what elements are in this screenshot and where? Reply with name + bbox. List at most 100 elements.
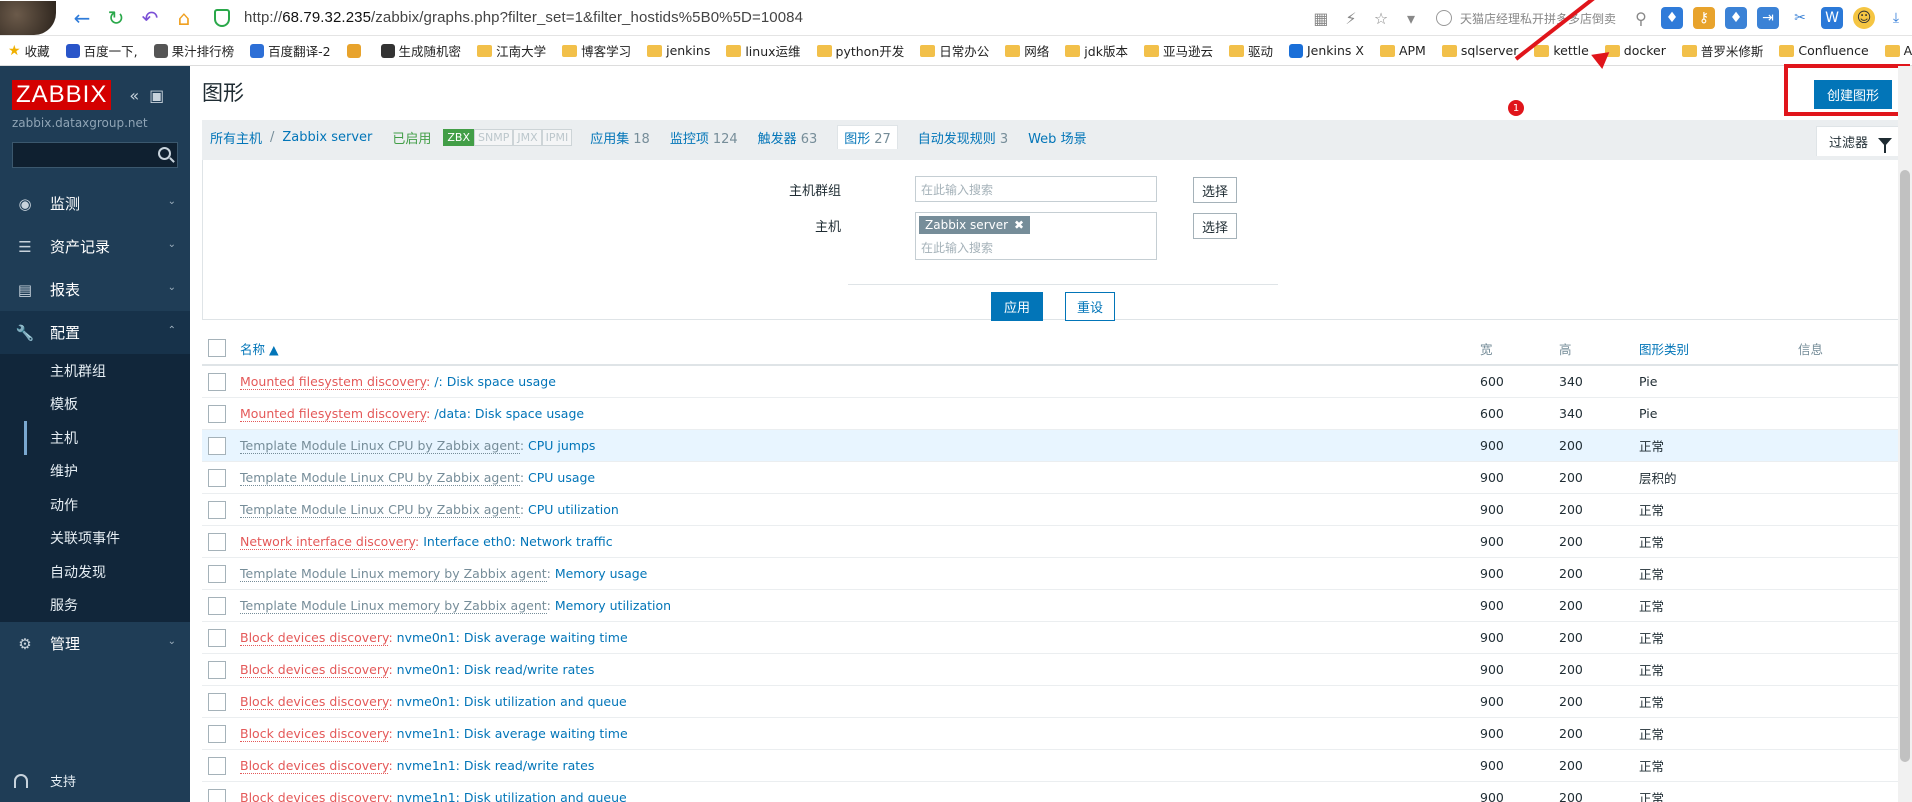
scissors-icon[interactable]: ✂	[1789, 7, 1811, 29]
graph-source-link[interactable]: Block devices discovery	[240, 790, 389, 802]
bookmark-item[interactable]: Jenkins X	[1288, 43, 1364, 58]
graph-name-link[interactable]: Memory usage	[555, 566, 648, 581]
remove-chip-icon[interactable]: ✖	[1014, 218, 1024, 232]
lightning-icon[interactable]: ⚡	[1340, 7, 1362, 29]
host-group-select-button[interactable]: 选择	[1193, 177, 1238, 203]
row-checkbox[interactable]	[208, 788, 226, 802]
host-chip[interactable]: Zabbix server ✖	[919, 216, 1031, 234]
bookmark-folder[interactable]: 博客学习	[562, 41, 631, 60]
menu-inventory[interactable]: ☰ 资产记录 ⌄	[0, 225, 190, 268]
tab-web-scenarios[interactable]: Web 场景	[1028, 128, 1086, 147]
graph-source-link[interactable]: Block devices discovery	[240, 630, 389, 646]
graph-name-link[interactable]: CPU utilization	[528, 502, 619, 517]
submenu-host-groups[interactable]: 主机群组	[0, 354, 190, 388]
chevron-down-icon[interactable]: ▾	[1400, 7, 1422, 29]
bookmark-folder[interactable]: 江南大学	[477, 41, 546, 60]
grid-icon[interactable]: ▦	[1310, 7, 1332, 29]
bookmark-item[interactable]	[346, 43, 365, 58]
bookmark-folder[interactable]: 普罗米修斯	[1681, 41, 1763, 60]
star-icon[interactable]: ☆	[1370, 7, 1392, 29]
row-checkbox[interactable]	[208, 404, 226, 423]
bookmark-folder[interactable]: 驱动	[1228, 41, 1273, 60]
row-checkbox[interactable]	[208, 532, 226, 551]
bookmark-folder[interactable]: Confluence	[1779, 43, 1869, 58]
graph-name-link[interactable]: nvme0n1: Disk read/write rates	[397, 662, 595, 677]
bookmark-item[interactable]: 百度翻译-2	[250, 41, 331, 60]
bookmark-favorites[interactable]: ★ 收藏	[8, 41, 50, 60]
row-checkbox[interactable]	[208, 372, 226, 391]
host-search-input[interactable]: 在此输入搜索	[921, 239, 1151, 256]
graph-source-link[interactable]: Template Module Linux CPU by Zabbix agen…	[240, 470, 520, 486]
bookmark-folder[interactable]: 亚马逊云	[1143, 41, 1213, 60]
bookmark-item[interactable]: 生成随机密	[380, 41, 461, 60]
row-checkbox[interactable]	[208, 564, 226, 583]
submenu-event-correlation[interactable]: 关联项事件	[0, 522, 190, 556]
graph-name-link[interactable]: Interface eth0: Network traffic	[423, 534, 612, 549]
graph-name-link[interactable]: nvme1n1: Disk average waiting time	[397, 726, 628, 741]
filter-tab[interactable]: 过滤器	[1816, 126, 1902, 156]
row-checkbox[interactable]	[208, 692, 226, 711]
bookmark-folder[interactable]: jdk版本	[1065, 41, 1128, 60]
graph-source-link[interactable]: Template Module Linux CPU by Zabbix agen…	[240, 502, 520, 518]
column-name[interactable]: 名称 ▲	[240, 339, 1480, 358]
host-group-input[interactable]: 在此输入搜索	[915, 176, 1157, 202]
graph-name-link[interactable]: CPU usage	[528, 470, 595, 485]
word-extension-icon[interactable]: W	[1821, 7, 1843, 29]
tab-graphs[interactable]: 图形 27	[837, 125, 898, 149]
search-icon[interactable]	[158, 147, 171, 160]
reload-icon[interactable]: ↻	[102, 4, 130, 32]
graph-name-link[interactable]: nvme1n1: Disk read/write rates	[397, 758, 595, 773]
graph-source-link[interactable]: Block devices discovery	[240, 662, 389, 678]
download-icon[interactable]: ⤓	[1885, 7, 1907, 29]
breadcrumb-host[interactable]: Zabbix server	[282, 130, 372, 145]
graph-name-link[interactable]: /data: Disk space usage	[434, 406, 584, 421]
graph-source-link[interactable]: Template Module Linux CPU by Zabbix agen…	[240, 438, 520, 454]
submenu-templates[interactable]: 模板	[0, 388, 190, 422]
row-checkbox[interactable]	[208, 724, 226, 743]
row-checkbox[interactable]	[208, 500, 226, 519]
sidebar-search-input[interactable]	[12, 142, 178, 168]
graph-name-link[interactable]: nvme0n1: Disk average waiting time	[397, 630, 628, 645]
menu-reports[interactable]: ▤ 报表 ⌄	[0, 268, 190, 311]
browser-search[interactable]: 天猫店经理私开拼多多店倒卖	[1435, 10, 1616, 27]
undo-icon[interactable]: ↶	[136, 4, 164, 32]
tab-triggers[interactable]: 触发器 63	[758, 128, 818, 147]
bookmark-folder[interactable]: python开发	[816, 41, 904, 60]
graph-source-link[interactable]: Mounted filesystem discovery	[240, 374, 427, 390]
key-extension-icon[interactable]: ⚷	[1693, 7, 1715, 29]
graph-name-link[interactable]: nvme0n1: Disk utilization and queue	[397, 694, 627, 709]
puzzle-extension-icon[interactable]: ♦	[1661, 7, 1683, 29]
submenu-hosts[interactable]: 主机	[0, 421, 190, 455]
back-arrow-icon[interactable]: ←	[68, 4, 96, 32]
address-url[interactable]: http://68.79.32.235/zabbix/graphs.php?fi…	[244, 9, 803, 26]
apply-button[interactable]: 应用	[991, 292, 1044, 321]
bookmark-folder[interactable]: A	[1884, 43, 1912, 58]
support-link[interactable]: 支持	[14, 771, 76, 790]
graph-source-link[interactable]: Block devices discovery	[240, 694, 389, 710]
graph-source-link[interactable]: Block devices discovery	[240, 758, 389, 774]
page-scrollbar[interactable]	[1898, 66, 1912, 802]
graph-name-link[interactable]: CPU jumps	[528, 438, 595, 453]
graph-source-link[interactable]: Block devices discovery	[240, 726, 389, 742]
submenu-services[interactable]: 服务	[0, 589, 190, 623]
row-checkbox[interactable]	[208, 660, 226, 679]
row-checkbox[interactable]	[208, 436, 226, 455]
host-select-button[interactable]: 选择	[1193, 213, 1238, 239]
bookmark-folder[interactable]: sqlserver	[1441, 43, 1518, 58]
bookmark-folder[interactable]: kettle	[1534, 43, 1589, 58]
bookmark-folder[interactable]: docker	[1604, 43, 1666, 58]
smiley-icon[interactable]: ☺	[1853, 7, 1875, 29]
submenu-discovery[interactable]: 自动发现	[0, 555, 190, 589]
row-checkbox[interactable]	[208, 596, 226, 615]
row-checkbox[interactable]	[208, 756, 226, 775]
home-icon[interactable]: ⌂	[170, 4, 198, 32]
row-checkbox[interactable]	[208, 628, 226, 647]
graph-name-link[interactable]: nvme1n1: Disk utilization and queue	[397, 790, 627, 802]
collapse-sidebar-icon[interactable]: «	[129, 86, 139, 105]
graph-name-link[interactable]: Memory utilization	[555, 598, 671, 613]
column-graph-type[interactable]: 图形类别	[1639, 339, 1798, 358]
tab-applications[interactable]: 应用集 18	[590, 128, 650, 147]
tab-items[interactable]: 监控项 124	[670, 128, 738, 147]
graph-source-link[interactable]: Template Module Linux memory by Zabbix a…	[240, 598, 547, 614]
graph-source-link[interactable]: Network interface discovery	[240, 534, 416, 550]
